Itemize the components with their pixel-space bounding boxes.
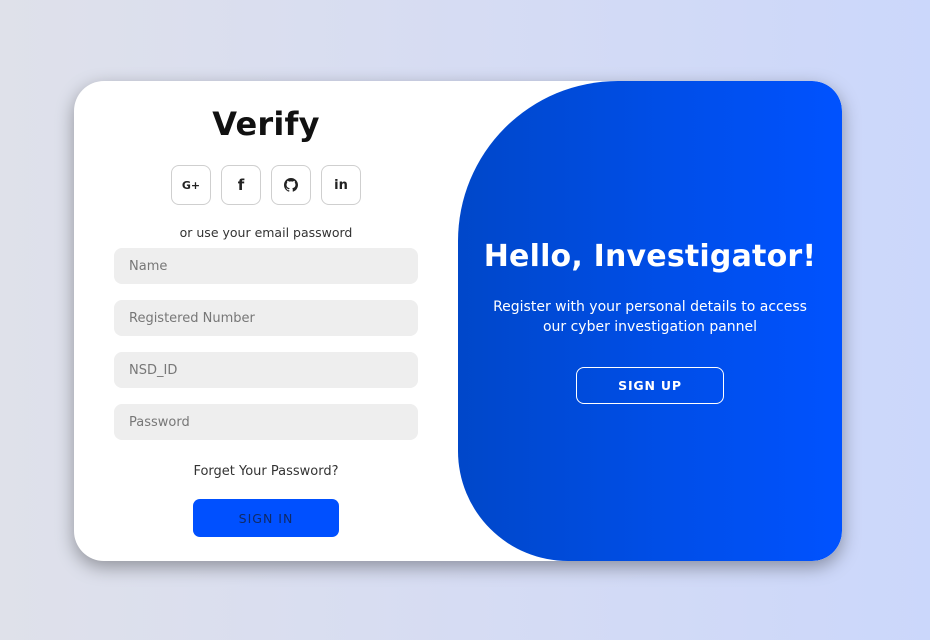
registered-number-input[interactable] — [114, 300, 418, 336]
welcome-subtitle: Register with your personal details to a… — [493, 299, 807, 335]
sign-up-button[interactable]: SIGN UP — [576, 367, 724, 404]
sign-in-button[interactable]: SIGN IN — [193, 499, 339, 537]
alternate-signin-text: or use your email password — [179, 225, 353, 240]
welcome-heading: Hello, Investigator! — [483, 239, 817, 274]
google-plus-button[interactable]: G+ — [171, 165, 211, 205]
welcome-panel: Hello, Investigator! Register with your … — [458, 81, 842, 561]
google-plus-icon: G+ — [181, 178, 201, 192]
nsd-id-input[interactable] — [114, 352, 418, 388]
signin-panel: Verify G+ f in or use your email passwor… — [74, 81, 458, 561]
auth-card: Verify G+ f in or use your email passwor… — [74, 81, 842, 561]
github-button[interactable] — [271, 165, 311, 205]
page-title: Verify — [212, 105, 320, 143]
facebook-icon: f — [237, 176, 245, 194]
forgot-password-link[interactable]: Forget Your Password? — [74, 464, 458, 479]
linkedin-icon: in — [334, 177, 348, 193]
linkedin-button[interactable]: in — [321, 165, 361, 205]
facebook-button[interactable]: f — [221, 165, 261, 205]
name-input[interactable] — [114, 248, 418, 284]
github-icon — [284, 178, 298, 192]
password-input[interactable] — [114, 404, 418, 440]
social-login-group: G+ f in — [171, 165, 361, 205]
